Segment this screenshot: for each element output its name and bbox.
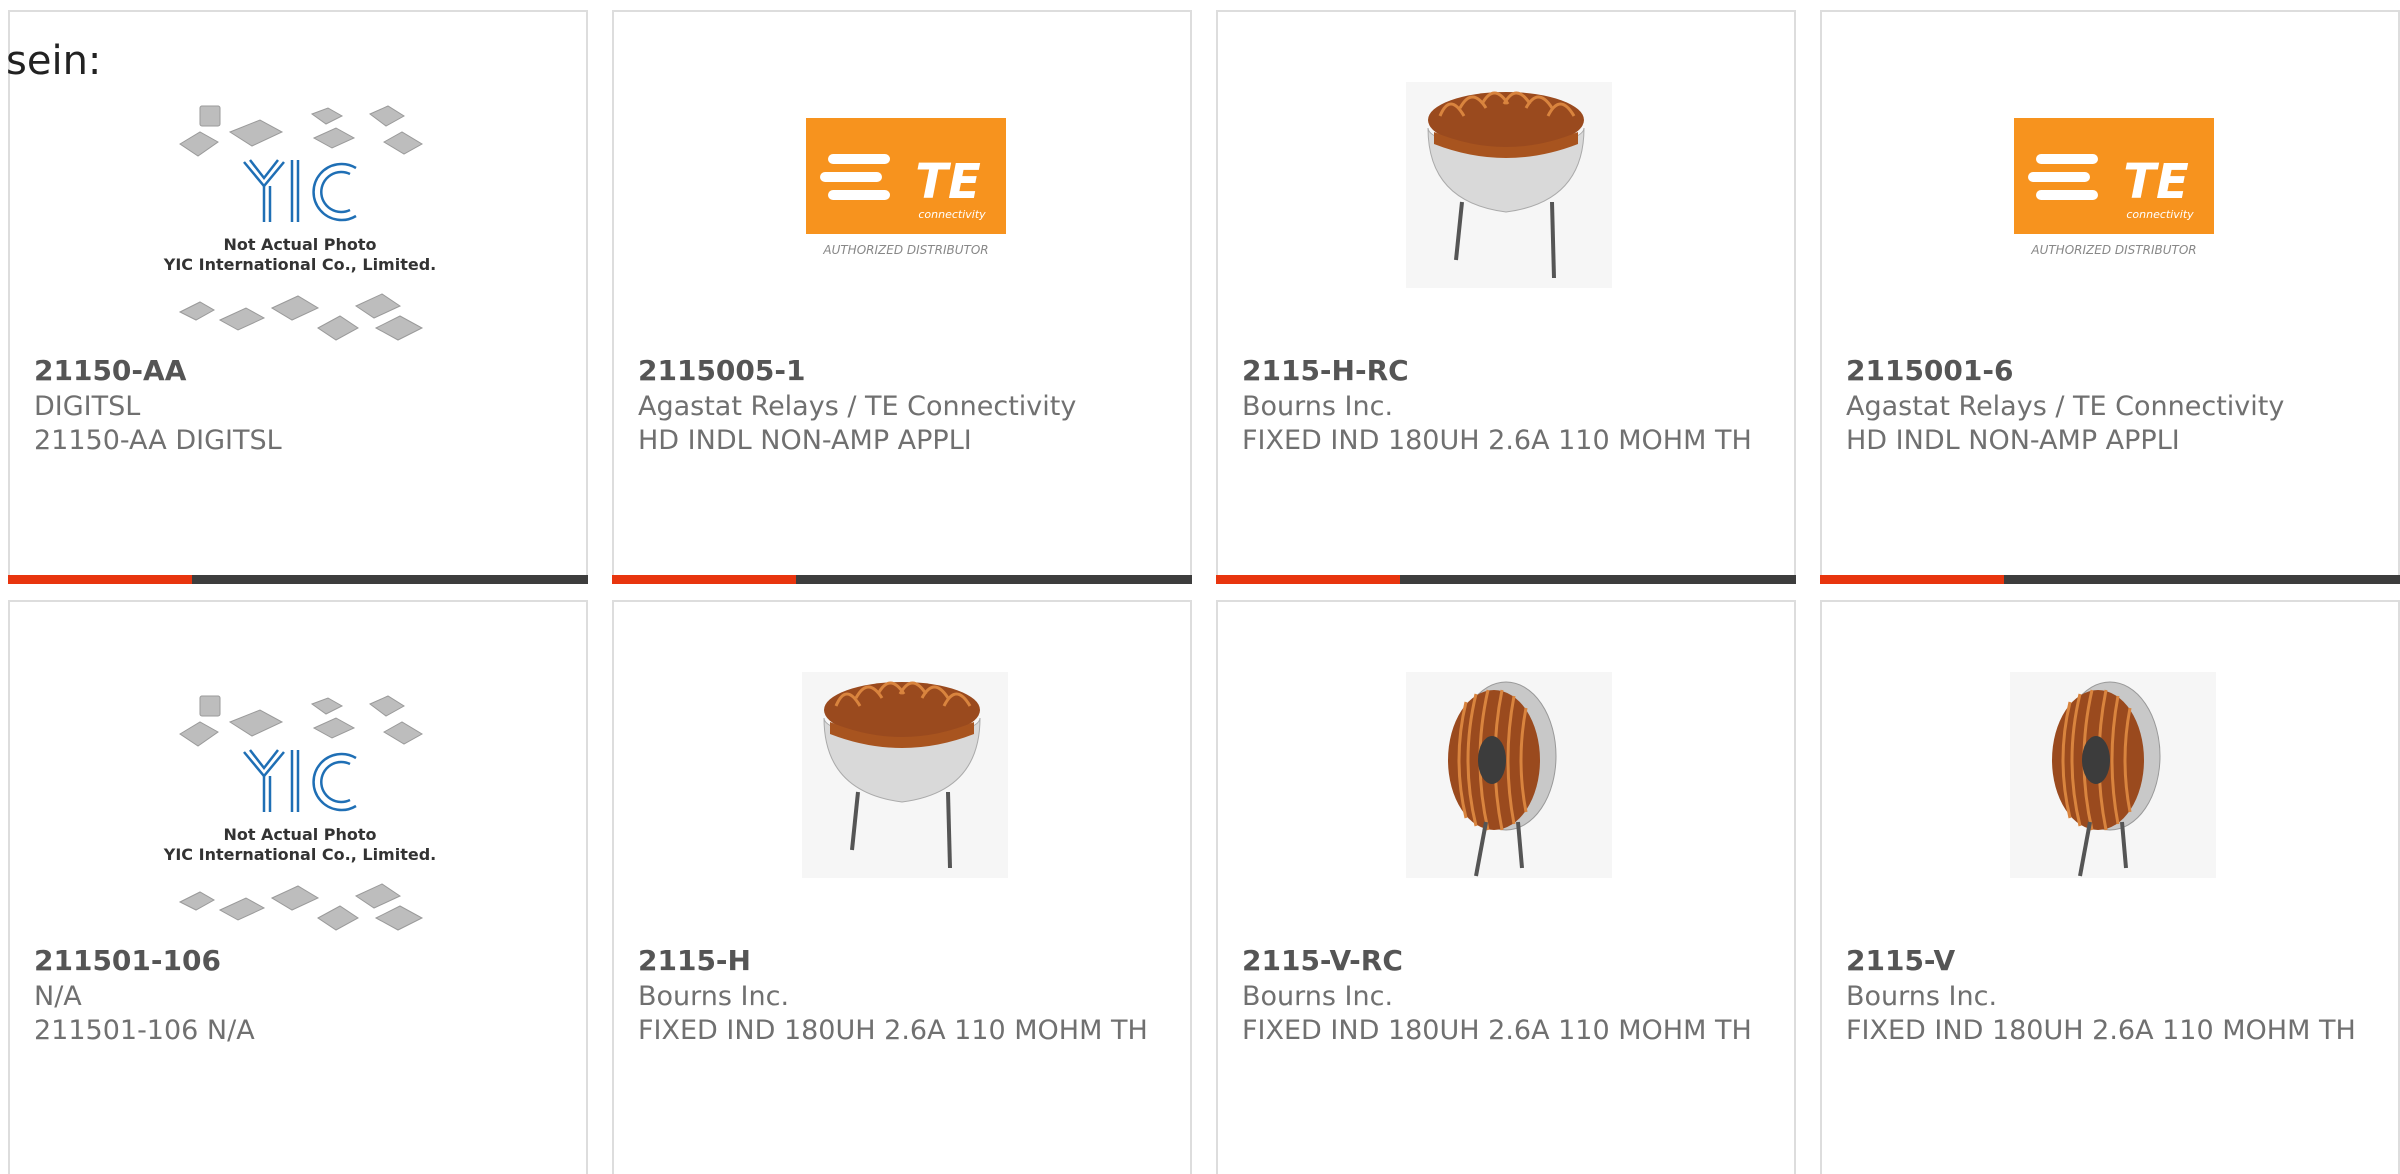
description: FIXED IND 180UH 2.6A 110 MOHM TH [638,1015,1148,1046]
horizontal-toroid-inductor-image [802,672,1008,878]
product-card[interactable]: 2115-H Bourns Inc. FIXED IND 180UH 2.6A … [612,600,1192,1174]
manufacturer: Bourns Inc. [1846,981,1998,1012]
manufacturer: Bourns Inc. [1242,981,1394,1012]
card-bottom-bar [1216,575,1796,584]
te-sub-text: connectivity [918,208,986,221]
yic-caption-line2: YIC International Co., Limited. [163,255,436,274]
product-card[interactable]: TE connectivity AUTHORIZED DISTRIBUTOR 2… [612,10,1192,584]
te-logo-image: TE connectivity AUTHORIZED DISTRIBUTOR [802,110,1008,260]
product-card[interactable]: 2115-V Bourns Inc. FIXED IND 180UH 2.6A … [1820,600,2400,1174]
description: 211501-106 N/A [34,1015,255,1046]
page-fragment-text: sein: [6,38,102,84]
manufacturer: Agastat Relays / TE Connectivity [638,391,1077,422]
vertical-toroid-inductor-image [2010,672,2216,878]
product-card[interactable]: Not Actual Photo YIC International Co., … [8,10,588,584]
description: 21150-AA DIGITSL [34,425,282,456]
manufacturer: Bourns Inc. [638,981,790,1012]
yic-placeholder-image: Not Actual Photo YIC International Co., … [160,692,440,932]
te-tagline-text: AUTHORIZED DISTRIBUTOR [2030,243,2196,257]
part-number[interactable]: 2115001-6 [1846,354,2013,387]
part-number[interactable]: 21150-AA [34,354,186,387]
manufacturer: DIGITSL [34,391,141,422]
description: FIXED IND 180UH 2.6A 110 MOHM TH [1242,1015,1752,1046]
manufacturer: Agastat Relays / TE Connectivity [1846,391,2285,422]
description: FIXED IND 180UH 2.6A 110 MOHM TH [1242,425,1752,456]
card-bottom-bar [8,575,588,584]
part-number[interactable]: 2115-H-RC [1242,354,1409,387]
te-brand-text: TE [915,154,981,210]
part-number[interactable]: 2115-V-RC [1242,944,1403,977]
part-number[interactable]: 2115-V [1846,944,1955,977]
horizontal-toroid-inductor-image [1406,82,1612,288]
vertical-toroid-inductor-image [1406,672,1612,878]
card-bottom-bar [612,575,1192,584]
te-sub-text: connectivity [2126,208,2194,221]
te-logo-image: TE connectivity AUTHORIZED DISTRIBUTOR [2010,110,2216,260]
yic-caption-line1: Not Actual Photo [223,235,376,254]
description: FIXED IND 180UH 2.6A 110 MOHM TH [1846,1015,2356,1046]
product-card[interactable]: TE connectivity AUTHORIZED DISTRIBUTOR 2… [1820,10,2400,584]
description: HD INDL NON-AMP APPLI [1846,425,2180,456]
product-card[interactable]: 2115-V-RC Bourns Inc. FIXED IND 180UH 2.… [1216,600,1796,1174]
part-number[interactable]: 211501-106 [34,944,221,977]
product-card[interactable]: Not Actual Photo YIC International Co., … [8,600,588,1174]
manufacturer: N/A [34,981,82,1012]
manufacturer: Bourns Inc. [1242,391,1394,422]
card-bottom-bar [1820,575,2400,584]
product-card[interactable]: 2115-H-RC Bourns Inc. FIXED IND 180UH 2.… [1216,10,1796,584]
yic-placeholder-image: Not Actual Photo YIC International Co., … [160,102,440,342]
te-tagline-text: AUTHORIZED DISTRIBUTOR [822,243,988,257]
yic-caption-line1: Not Actual Photo [223,825,376,844]
yic-caption-line2: YIC International Co., Limited. [163,845,436,864]
description: HD INDL NON-AMP APPLI [638,425,972,456]
part-number[interactable]: 2115-H [638,944,751,977]
part-number[interactable]: 2115005-1 [638,354,805,387]
te-brand-text: TE [2123,154,2189,210]
